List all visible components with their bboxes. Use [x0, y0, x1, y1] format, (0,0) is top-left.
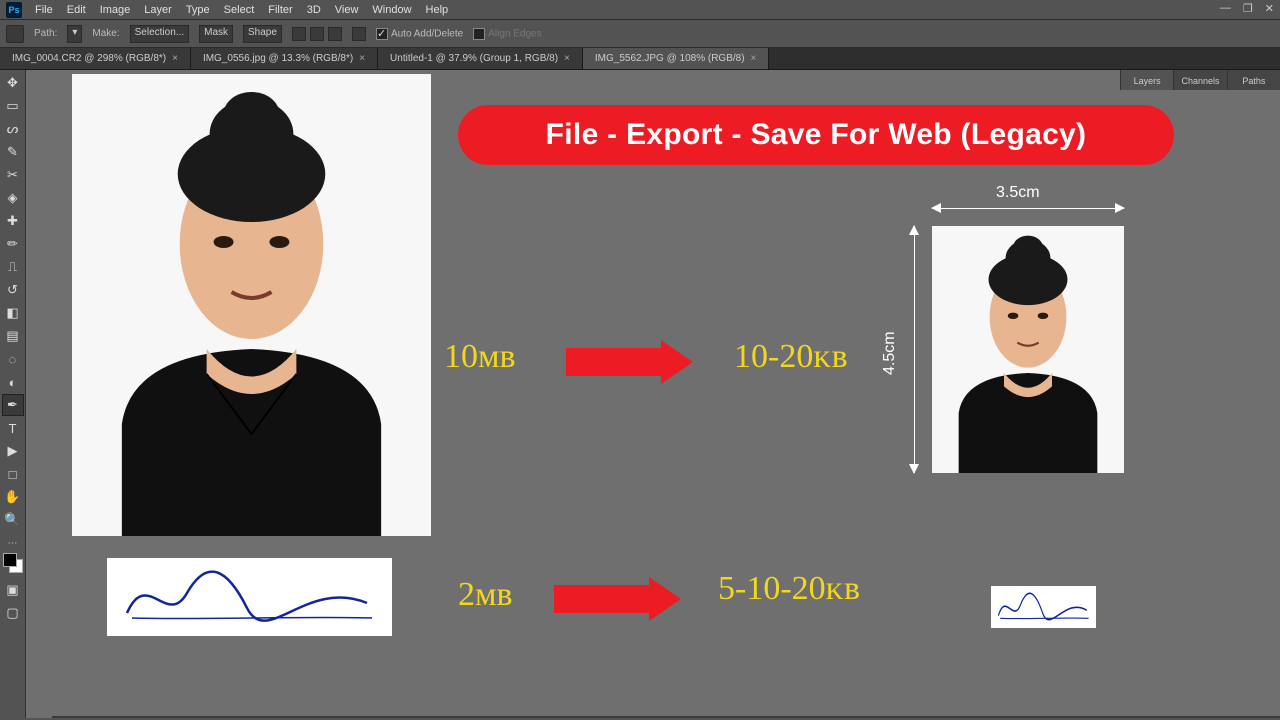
close-icon[interactable]: ×	[172, 53, 178, 64]
dimension-height-label: 4.5cm	[881, 331, 899, 375]
path-ops-icons[interactable]	[292, 27, 342, 41]
quickmask-icon[interactable]: ▣	[2, 579, 24, 601]
eraser-tool[interactable]: ◧	[2, 302, 24, 324]
window-close-icon[interactable]: ✕	[1265, 2, 1274, 15]
tab-label: IMG_0556.jpg @ 13.3% (RGB/8*)	[203, 53, 353, 64]
close-icon[interactable]: ×	[359, 53, 365, 64]
make-mask-button[interactable]: Mask	[199, 25, 233, 43]
menu-layer[interactable]: Layer	[137, 4, 179, 16]
tab-untitled-1[interactable]: Untitled-1 @ 37.9% (Group 1, RGB/8) ×	[378, 48, 583, 69]
panel-tab-paths[interactable]: Paths	[1227, 70, 1280, 90]
panel-tab-channels[interactable]: Channels	[1173, 70, 1226, 90]
menu-3d[interactable]: 3D	[300, 4, 328, 16]
eyedropper-tool[interactable]: ◈	[2, 187, 24, 209]
menu-window[interactable]: Window	[365, 4, 418, 16]
menu-edit[interactable]: Edit	[60, 4, 93, 16]
tab-img-5562[interactable]: IMG_5562.JPG @ 108% (RGB/8) ×	[583, 48, 770, 69]
path-select-tool[interactable]: ▶	[2, 440, 24, 462]
close-icon[interactable]: ×	[751, 53, 757, 64]
current-tool-icon[interactable]	[6, 25, 24, 43]
photo-size-before-label: 10ᴍʙ	[444, 338, 516, 376]
dimension-width-arrow	[932, 208, 1124, 209]
gear-icon[interactable]	[352, 27, 366, 41]
move-tool[interactable]: ✥	[2, 72, 24, 94]
color-swatches[interactable]	[3, 553, 23, 573]
history-brush-tool[interactable]: ↺	[2, 279, 24, 301]
marquee-tool[interactable]: ▭	[2, 95, 24, 117]
instruction-banner: File - Export - Save For Web (Legacy)	[458, 105, 1174, 165]
foreground-color-swatch[interactable]	[3, 553, 17, 567]
stamp-tool[interactable]: ⎍	[2, 256, 24, 278]
menu-help[interactable]: Help	[419, 4, 456, 16]
instruction-text: File - Export - Save For Web (Legacy)	[546, 118, 1087, 152]
gradient-tool[interactable]: ▤	[2, 325, 24, 347]
dimension-height-arrow	[914, 226, 915, 473]
signature-size-before-label: 2ᴍʙ	[458, 576, 513, 614]
hand-tool[interactable]: ✋	[2, 486, 24, 508]
gear-icon-group[interactable]	[352, 27, 366, 41]
tab-label: Untitled-1 @ 37.9% (Group 1, RGB/8)	[390, 53, 558, 64]
align-edges-checkbox[interactable]: Align Edges	[473, 28, 541, 40]
canvas[interactable]: File - Export - Save For Web (Legacy) 10…	[26, 70, 1280, 718]
auto-add-delete-checkbox[interactable]: Auto Add/Delete	[376, 28, 463, 40]
brush-tool[interactable]: ✏	[2, 233, 24, 255]
make-shape-button[interactable]: Shape	[243, 25, 282, 43]
menu-type[interactable]: Type	[179, 4, 217, 16]
document-tab-bar: IMG_0004.CR2 @ 298% (RGB/8*) × IMG_0556.j…	[0, 48, 1280, 70]
path-label: Path:	[34, 28, 57, 39]
passport-photo-small	[932, 226, 1124, 473]
menu-filter[interactable]: Filter	[261, 4, 299, 16]
window-maximize-icon[interactable]: ❐	[1243, 2, 1253, 15]
arrow-icon	[554, 577, 681, 621]
workspace: ✥ ▭ ᔕ ✎ ✂ ◈ ✚ ✏ ⎍ ↺ ◧ ▤ ◌ ◐ ✒ T ▶ □ ✋ 🔍 …	[0, 70, 1280, 718]
make-selection-button[interactable]: Selection...	[130, 25, 189, 43]
path-dropdown[interactable]: ▾	[67, 25, 82, 43]
make-label: Make:	[92, 28, 119, 39]
pen-tool[interactable]: ✒	[2, 394, 24, 416]
signature-small	[991, 586, 1096, 628]
type-tool[interactable]: T	[2, 417, 24, 439]
menu-image[interactable]: Image	[93, 4, 138, 16]
dimension-width-label: 3.5cm	[996, 184, 1040, 202]
screenmode-icon[interactable]: ▢	[2, 602, 24, 624]
tab-img-0004[interactable]: IMG_0004.CR2 @ 298% (RGB/8*) ×	[0, 48, 191, 69]
dodge-tool[interactable]: ◐	[2, 371, 24, 393]
toolbox: ✥ ▭ ᔕ ✎ ✂ ◈ ✚ ✏ ⎍ ↺ ◧ ▤ ◌ ◐ ✒ T ▶ □ ✋ 🔍 …	[0, 70, 26, 718]
align-edges-label: Align Edges	[488, 28, 541, 39]
menu-select[interactable]: Select	[217, 4, 262, 16]
photo-size-after-label: 10-20ᴋʙ	[734, 338, 848, 376]
close-icon[interactable]: ×	[564, 53, 570, 64]
menu-file[interactable]: File	[28, 4, 60, 16]
zoom-tool[interactable]: 🔍	[2, 509, 24, 531]
horizontal-scrollbar[interactable]	[52, 716, 1280, 718]
path-align-icon[interactable]	[310, 27, 324, 41]
tab-label: IMG_0004.CR2 @ 298% (RGB/8*)	[12, 53, 166, 64]
ps-logo-icon: Ps	[6, 2, 22, 18]
healing-tool[interactable]: ✚	[2, 210, 24, 232]
signature-size-after-label: 5-10-20ᴋʙ	[718, 570, 860, 608]
tab-img-0556[interactable]: IMG_0556.jpg @ 13.3% (RGB/8*) ×	[191, 48, 378, 69]
arrow-icon	[566, 340, 693, 384]
menu-view[interactable]: View	[328, 4, 366, 16]
rectangle-tool[interactable]: □	[2, 463, 24, 485]
panel-tab-layers[interactable]: Layers	[1120, 70, 1173, 90]
signature-large	[107, 558, 392, 636]
path-combine-icon[interactable]	[292, 27, 306, 41]
passport-photo-large	[72, 74, 431, 536]
window-minimize-icon[interactable]: —	[1220, 2, 1231, 15]
quick-select-tool[interactable]: ✎	[2, 141, 24, 163]
lasso-tool[interactable]: ᔕ	[2, 118, 24, 140]
path-arrange-icon[interactable]	[328, 27, 342, 41]
edit-toolbar-icon[interactable]: ⋯	[8, 538, 18, 549]
blur-tool[interactable]: ◌	[2, 348, 24, 370]
crop-tool[interactable]: ✂	[2, 164, 24, 186]
tab-label: IMG_5562.JPG @ 108% (RGB/8)	[595, 53, 745, 64]
options-bar: Path: ▾ Make: Selection... Mask Shape Au…	[0, 20, 1280, 48]
menu-bar: Ps File Edit Image Layer Type Select Fil…	[0, 0, 1280, 20]
auto-add-delete-label: Auto Add/Delete	[391, 28, 463, 39]
